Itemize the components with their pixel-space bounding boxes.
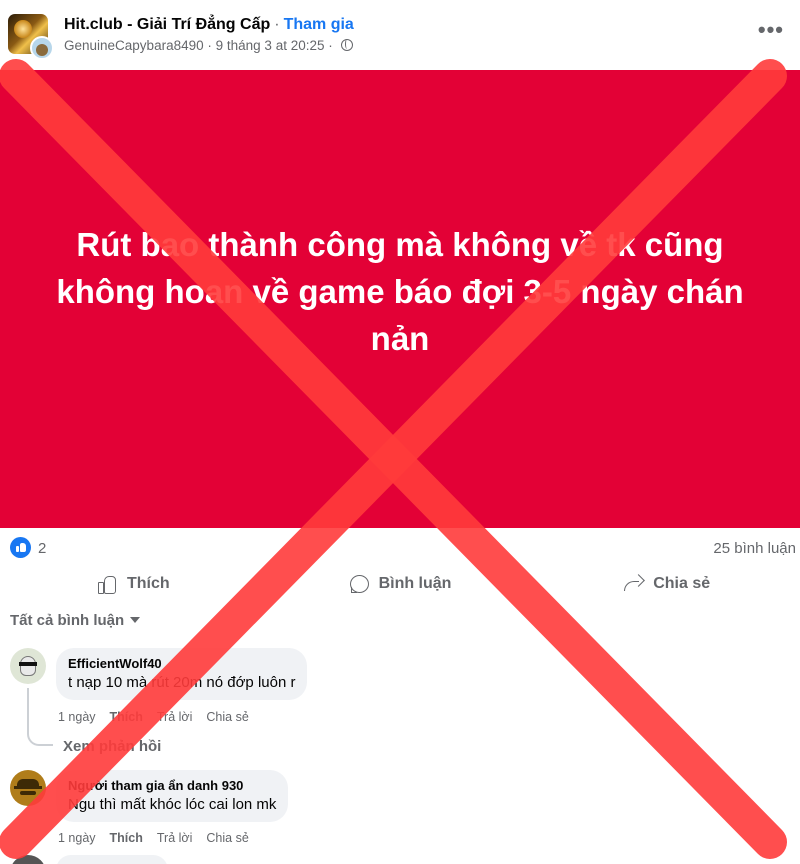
globe-icon (340, 39, 353, 51)
like-button[interactable]: Thích (0, 566, 267, 602)
meta-separator-2: · (328, 38, 333, 53)
comment-share-button[interactable]: Chia sẻ (206, 710, 248, 724)
share-button[interactable]: Chia sẻ (533, 566, 800, 602)
comment-bubble-icon (349, 574, 369, 594)
post-text-banner[interactable]: Rút bao thành công mà không về tk cũng k… (0, 70, 800, 528)
comment-bubble: Người tham gia ẩn danh 930 Ngu thì mất k… (56, 770, 289, 822)
comment-like-button[interactable]: Thích (110, 831, 143, 845)
share-arrow-icon (623, 574, 643, 594)
post-actions-bar: Thích Bình luận Chia sẻ (0, 566, 800, 602)
post-meta: GenuineCapybara8490 · 9 tháng 3 at 20:25… (64, 38, 353, 53)
post-header: Hit.club - Giải Trí Đẳng Cấp · Tham gia Ge… (8, 10, 798, 60)
comment-count[interactable]: 25 bình luận (713, 540, 796, 557)
reply-thread-line (27, 688, 53, 746)
join-group-button[interactable]: Tham gia (284, 16, 354, 33)
post-timestamp[interactable]: 9 tháng 3 at 20:25 (216, 38, 325, 53)
comment-time[interactable]: 1 ngày (58, 831, 96, 845)
facebook-post: Hit.club - Giải Trí Đẳng Cấp · Tham gia Ge… (0, 0, 800, 864)
comment-meta: 1 ngày Thích Trả lời Chia sẻ (58, 710, 263, 724)
comment-text: t nạp 10 mà rút 20m nó đớp luôn r (68, 674, 296, 691)
comment-share-button[interactable]: Chia sẻ (206, 831, 248, 845)
commenter-avatar[interactable] (10, 648, 46, 684)
comment-meta: 1 ngày Thích Trả lời Chia sẻ (58, 831, 263, 845)
title-separator: · (274, 16, 280, 33)
group-name-link[interactable]: Hit.club - Giải Trí Đẳng Cấp (64, 16, 270, 33)
comment-filter-dropdown[interactable]: Tất cả bình luận (10, 612, 141, 629)
comment-bubble-partial (56, 855, 168, 864)
commenter-name[interactable]: EfficientWolf40 (68, 656, 295, 671)
meta-separator: · (207, 38, 212, 53)
post-title-line: Hit.club - Giải Trí Đẳng Cấp · Tham gia (64, 16, 354, 34)
like-button-label: Thích (127, 575, 170, 592)
post-stats: 2 25 bình luận (10, 536, 796, 560)
anonymous-avatar[interactable] (10, 770, 46, 806)
thumbs-up-icon (97, 574, 117, 594)
comment-reply-button[interactable]: Trả lời (157, 831, 193, 845)
comment-filter-label: Tất cả bình luận (10, 612, 125, 629)
more-options-icon[interactable]: ••• (758, 19, 784, 41)
comment-button[interactable]: Bình luận (267, 566, 534, 602)
view-replies-link[interactable]: Xem phản hồi (63, 738, 161, 755)
comment-text: Ngu thì mất khóc lóc cai lon mk (68, 796, 277, 813)
share-button-label: Chia sẻ (653, 575, 711, 592)
like-reaction-icon[interactable] (10, 537, 31, 558)
comment-button-label: Bình luận (378, 575, 452, 592)
like-count[interactable]: 2 (38, 540, 46, 557)
comment-time[interactable]: 1 ngày (58, 710, 96, 724)
banner-text: Rút bao thành công mà không về tk cũng k… (56, 225, 744, 357)
comment-bubble: EfficientWolf40 t nạp 10 mà rút 20m nó đ… (56, 648, 308, 700)
commenter-name[interactable]: Người tham gia ẩn danh 930 (68, 778, 276, 793)
author-name-link[interactable]: GenuineCapybara8490 (64, 38, 204, 53)
comment-like-button[interactable]: Thích (110, 710, 143, 724)
comment-reply-button[interactable]: Trả lời (157, 710, 193, 724)
author-avatar[interactable] (30, 36, 54, 60)
caret-down-icon (130, 617, 141, 623)
commenter-avatar-partial[interactable] (10, 855, 46, 864)
